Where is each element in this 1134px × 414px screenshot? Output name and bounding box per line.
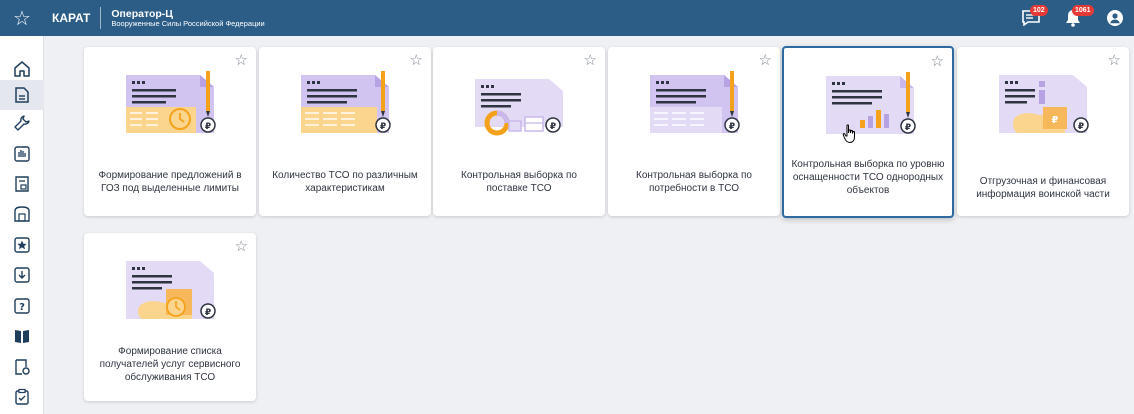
hand-pointer-cursor-icon	[842, 124, 855, 144]
sidebar-item-library[interactable]	[0, 321, 44, 351]
svg-text:₽: ₽	[205, 308, 211, 318]
clipboard-check-icon	[15, 388, 29, 405]
user-button[interactable]	[1104, 7, 1126, 29]
report-card-equipment-level[interactable]: ☆ ₽ Контрольная выборка по уровню оснаще…	[782, 46, 954, 218]
service-clock-icon: ₽	[126, 261, 216, 319]
report-card-tso-needs[interactable]: ☆ ₽ Контрольная выборка по потребности в…	[608, 47, 780, 216]
user-icon	[1107, 10, 1123, 26]
sidebar-item-hand[interactable]	[0, 139, 44, 169]
star-badge-icon	[14, 237, 30, 253]
card-title: Контрольная выборка по поставке ТСО	[461, 170, 577, 194]
card-title: Контрольная выборка по уровню оснащеннос…	[791, 159, 945, 196]
card-title: Контрольная выборка по потребности в ТСО	[636, 170, 752, 194]
messages-button[interactable]: 102	[1020, 5, 1048, 29]
building-icon	[14, 206, 30, 222]
document-icon	[15, 87, 29, 103]
sidebar-item-favorites[interactable]	[0, 230, 44, 260]
divider	[100, 7, 102, 29]
sidebar-item-tools[interactable]	[0, 108, 44, 138]
svg-text:₽: ₽	[729, 122, 735, 132]
receipt-icon	[15, 176, 29, 192]
top-bar-actions: 102 1061	[1020, 0, 1126, 36]
favorite-star-icon[interactable]: ☆	[584, 53, 597, 68]
sidebar-item-tasks[interactable]	[0, 382, 44, 412]
sidebar-item-download[interactable]	[0, 260, 44, 290]
favorite-star-icon[interactable]: ☆	[235, 53, 248, 68]
sidebar-item-buildings[interactable]	[0, 199, 44, 229]
svg-text:₽: ₽	[380, 122, 386, 132]
svg-text:₽: ₽	[905, 123, 911, 133]
favorites-star-icon[interactable]: ☆	[0, 0, 44, 36]
operator-subtitle: Вооруженные Силы Российской Федерации	[111, 18, 265, 28]
favorite-star-icon[interactable]: ☆	[1108, 53, 1121, 68]
table-icon: ₽	[301, 71, 391, 133]
operator-title: Оператор-Ц	[111, 7, 173, 20]
card-title: Формирование предложений в ГОЗ под выдел…	[98, 170, 242, 194]
report-card-service-recipients[interactable]: ☆ ₽ Формирование списка получателей услу…	[84, 233, 256, 401]
sidebar: ?	[0, 36, 44, 414]
svg-text:₽: ₽	[1078, 122, 1084, 132]
card-title: Количество ТСО по различным характеристи…	[272, 170, 418, 194]
top-bar: ☆ КАРАТ Оператор-Ц Вооруженные Силы Росс…	[0, 0, 1134, 36]
download-icon	[14, 267, 30, 283]
report-card-tso-delivery[interactable]: ☆ ₽ Контрольная выборка по поставке ТСО	[433, 47, 605, 216]
sidebar-item-receipts[interactable]	[0, 169, 44, 199]
notifications-badge: 1061	[1072, 5, 1094, 16]
svg-text:₽: ₽	[1052, 115, 1059, 126]
book-icon	[15, 330, 29, 343]
sidebar-item-doc-settings[interactable]	[0, 352, 44, 382]
favorite-star-icon[interactable]: ☆	[759, 53, 772, 68]
table-clock-icon: ₽	[126, 71, 216, 133]
svg-text:₽: ₽	[550, 122, 556, 132]
sidebar-item-documents[interactable]	[0, 80, 44, 110]
operator-info: Оператор-Ц Вооруженные Силы Российской Ф…	[111, 8, 264, 29]
notifications-button[interactable]: 1061	[1062, 5, 1094, 29]
favorite-star-icon[interactable]: ☆	[410, 53, 423, 68]
help-icon: ?	[14, 298, 30, 314]
sidebar-item-help[interactable]: ?	[0, 291, 44, 321]
brand-name[interactable]: КАРАТ	[52, 11, 90, 25]
bar-chart-icon: ₽	[826, 72, 916, 134]
svg-text:?: ?	[19, 302, 25, 313]
report-card-tso-characteristics[interactable]: ☆ ₽ Количество ТСО по различным характер…	[259, 47, 431, 216]
delivery-icon: ₽	[475, 79, 563, 136]
report-card-shipping-finance[interactable]: ☆ ₽ ₽ Отгрузочная и финансовая информаци…	[957, 47, 1129, 216]
messages-badge: 102	[1030, 5, 1048, 16]
report-card-goz-proposals[interactable]: ☆ ₽ Формирование предложений в ГОЗ под в…	[84, 47, 256, 216]
table-pen-icon: ₽	[650, 71, 740, 133]
card-title: Отгрузочная и финансовая информация воин…	[976, 176, 1110, 200]
finance-info-icon: ₽ ₽	[999, 75, 1089, 133]
favorite-star-icon[interactable]: ☆	[931, 54, 944, 69]
document-settings-icon	[15, 359, 30, 375]
card-title: Формирование списка получателей услуг се…	[99, 346, 241, 383]
home-icon	[14, 61, 30, 77]
wrench-icon	[14, 115, 30, 131]
hand-icon	[14, 146, 30, 162]
favorite-star-icon[interactable]: ☆	[235, 239, 248, 254]
svg-text:₽: ₽	[205, 122, 211, 132]
